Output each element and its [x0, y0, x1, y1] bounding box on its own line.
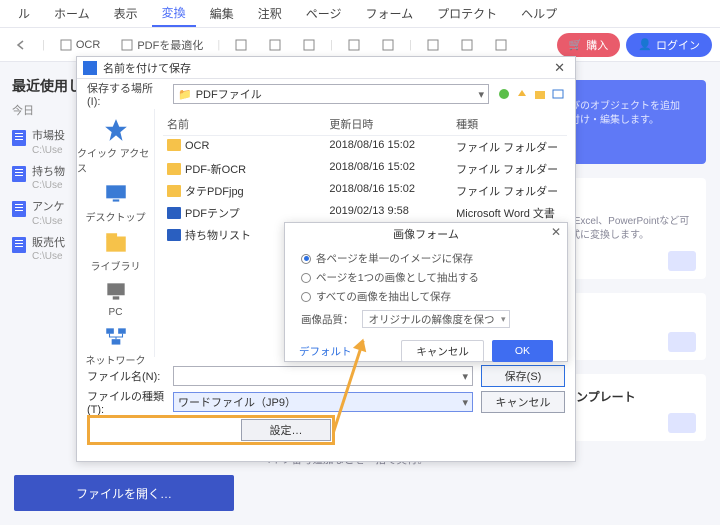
radio-single-image[interactable]: ページを1つの画像として抽出する [301, 268, 551, 287]
image-form-dialog: 画像フォーム ✕ 各ページを単一のイメージに保存 ページを1つの画像として抽出す… [284, 222, 568, 362]
buy-button[interactable]: 🛒購入 [557, 33, 621, 57]
pdf-icon [12, 201, 26, 217]
tool-icon[interactable] [488, 35, 514, 55]
tool-icon[interactable] [262, 35, 288, 55]
menu-form[interactable]: フォーム [355, 1, 423, 26]
folder-icon [167, 185, 181, 197]
cart-icon: 🛒 [569, 38, 583, 51]
file-row[interactable]: OCR2018/08/16 15:02ファイル フォルダー [163, 136, 567, 158]
location-select[interactable]: 📁PDFファイル▾ [173, 84, 489, 104]
tool-icon[interactable] [341, 35, 367, 55]
radio-extract-all[interactable]: すべての画像を抽出して保存 [301, 287, 551, 306]
file-row[interactable]: PDF-新OCR2018/08/16 15:02ファイル フォルダー [163, 158, 567, 180]
close-button[interactable]: ✕ [551, 225, 561, 239]
default-button[interactable]: デフォルト [299, 344, 352, 359]
dialog-title: 名前を付けて保存 [103, 60, 191, 76]
menu-home[interactable]: ホーム [44, 1, 100, 26]
tool-icon[interactable] [420, 35, 446, 55]
settings-highlight: 設定… [87, 415, 335, 445]
tool-icon[interactable] [296, 35, 322, 55]
view-menu-icon[interactable] [551, 87, 565, 101]
file-row[interactable]: PDFテンプ2019/02/13 9:58Microsoft Word 文書 [163, 202, 567, 224]
filetype-select[interactable]: ワードファイル（JP9）▾ [173, 392, 473, 412]
combine-icon [668, 332, 696, 352]
open-file-button[interactable]: ファイルを開く… [14, 475, 234, 511]
up-icon[interactable] [515, 87, 529, 101]
ok-button[interactable]: OK [492, 340, 553, 362]
radio-icon [301, 273, 311, 283]
filename-label: ファイル名(N): [87, 368, 165, 384]
pdf-icon [12, 237, 26, 253]
place-quickaccess[interactable]: クイック アクセス [77, 115, 154, 177]
folder-icon [167, 163, 181, 175]
cancel-button[interactable]: キャンセル [401, 340, 484, 362]
col-type[interactable]: 種類 [452, 113, 567, 135]
file-row[interactable]: タテPDFjpg2018/08/16 15:02ファイル フォルダー [163, 180, 567, 202]
word-icon [167, 229, 181, 241]
pdf-icon [12, 166, 26, 182]
place-library[interactable]: ライブラリ [77, 228, 154, 275]
optimize-button[interactable]: PDFを最適化 [114, 34, 209, 56]
menu-view[interactable]: 表示 [104, 1, 148, 26]
folder-icon: 📁 [178, 88, 192, 101]
radio-per-page[interactable]: 各ページを単一のイメージに保存 [301, 249, 551, 268]
convert-icon [668, 251, 696, 271]
app-icon [83, 61, 97, 75]
tool-icon[interactable] [454, 35, 480, 55]
col-date[interactable]: 更新日時 [325, 113, 452, 135]
menu-convert[interactable]: 変換 [152, 0, 196, 27]
settings-button[interactable]: 設定… [241, 419, 331, 441]
menu-page[interactable]: ページ [296, 1, 352, 26]
places-bar: クイック アクセス デスクトップ ライブラリ PC ネットワーク [77, 109, 155, 357]
template-icon [668, 413, 696, 433]
quality-select[interactable]: オリジナルの解像度を保つ [362, 310, 510, 328]
radio-icon [301, 292, 311, 302]
tool-icon[interactable] [228, 35, 254, 55]
main-menu: ル ホーム 表示 変換 編集 注釈 ページ フォーム プロテクト ヘルプ [0, 0, 720, 28]
filetype-label: ファイルの種類(T): [87, 388, 165, 416]
radio-icon [301, 254, 311, 264]
quality-label: 画像品質： [301, 312, 354, 327]
menu-protect[interactable]: プロテクト [427, 1, 507, 26]
menu-file[interactable]: ル [8, 1, 40, 26]
login-button[interactable]: 👤ログイン [626, 33, 712, 57]
word-icon [167, 207, 181, 219]
place-network[interactable]: ネットワーク [77, 322, 154, 369]
user-icon: 👤 [638, 38, 652, 51]
place-pc[interactable]: PC [77, 277, 154, 320]
location-label: 保存する場所(I): [87, 80, 165, 108]
folder-icon [167, 139, 181, 151]
close-button[interactable]: ✕ [550, 60, 569, 76]
menu-edit[interactable]: 編集 [200, 1, 244, 26]
menu-help[interactable]: ヘルプ [511, 1, 567, 26]
image-form-title: 画像フォーム [393, 226, 459, 242]
place-desktop[interactable]: デスクトップ [77, 179, 154, 226]
col-name[interactable]: 名前 [163, 113, 325, 135]
undo-button[interactable] [8, 35, 34, 55]
menu-annotate[interactable]: 注釈 [248, 1, 292, 26]
new-folder-icon[interactable] [533, 87, 547, 101]
pdf-icon [12, 130, 26, 146]
back-icon[interactable] [497, 87, 511, 101]
tool-icon[interactable] [375, 35, 401, 55]
ocr-button[interactable]: OCR [53, 35, 106, 55]
cancel-button[interactable]: キャンセル [481, 391, 565, 413]
